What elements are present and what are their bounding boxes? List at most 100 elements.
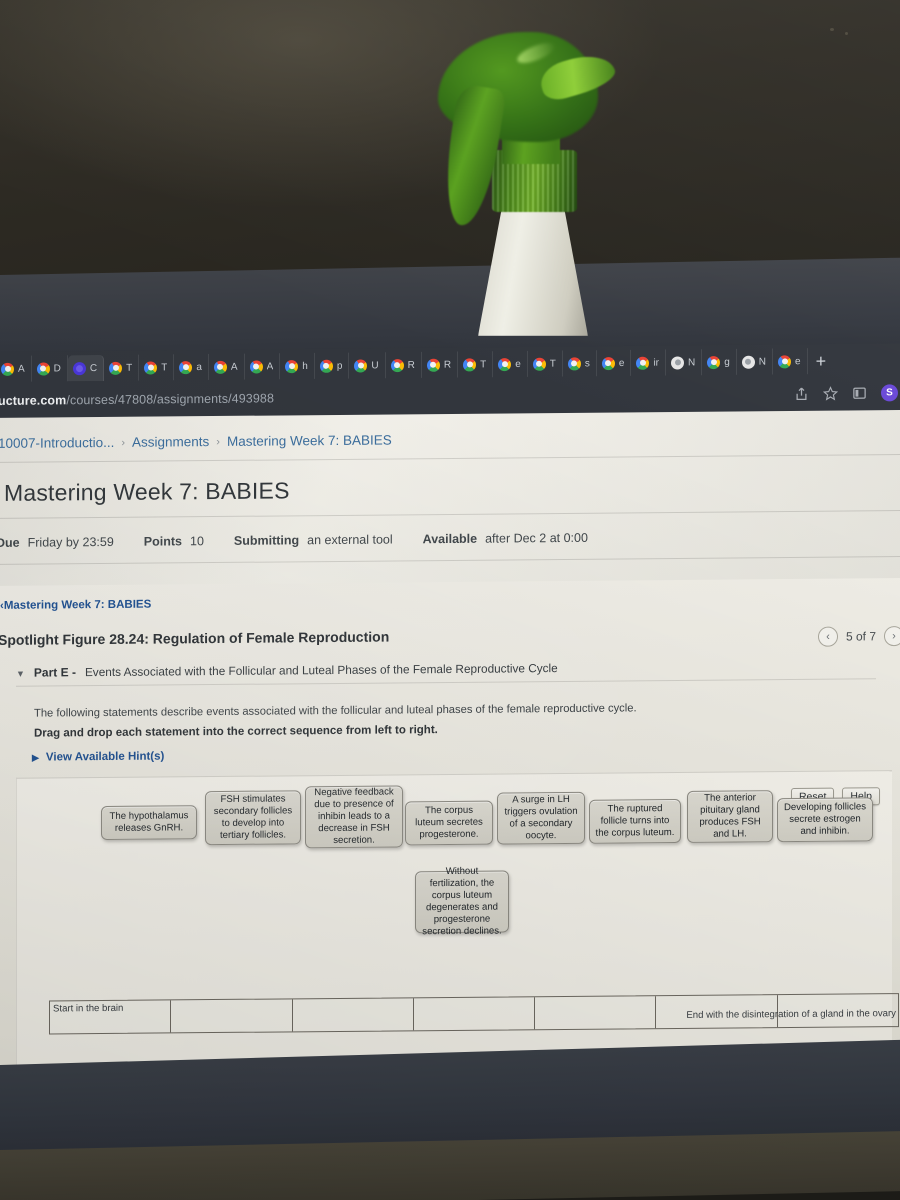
browser-tab-13[interactable]: T: [458, 351, 494, 378]
draggable-statement-tile[interactable]: The anterior pituitary gland produces FS…: [687, 790, 773, 843]
browser-tab-label: C: [89, 362, 98, 374]
share-icon[interactable]: [794, 386, 809, 401]
drag-drop-activity-area[interactable]: ResetHelp The hypothalamus releases GnRH…: [16, 770, 899, 1078]
draggable-statement-tile[interactable]: The corpus luteum secretes progesterone.: [405, 800, 493, 846]
browser-tab-label: U: [371, 359, 379, 371]
sequence-drop-slot-7[interactable]: End with the disintegration of a gland i…: [686, 994, 898, 1027]
browser-tab-label: T: [480, 358, 487, 370]
browser-tab-19[interactable]: N: [666, 349, 703, 376]
wall-speck: [845, 32, 848, 35]
breadcrumb-item-1[interactable]: Assignments: [132, 434, 209, 450]
browser-tab-22[interactable]: e: [773, 348, 808, 375]
draggable-statement-tile[interactable]: Negative feedback due to presence of inh…: [305, 785, 403, 849]
bookmark-star-icon[interactable]: [823, 385, 838, 401]
browser-tab-label: A: [230, 361, 238, 373]
breadcrumb-item-2[interactable]: Mastering Week 7: BABIES: [227, 432, 392, 448]
external-tool-frame: ‹Mastering Week 7: BABIES Spotlight Figu…: [0, 577, 900, 1078]
photographed-laptop-screen: A D C T Ta A Ah p U R R Te Ts e ir Ng Ne + ucture.com/cou…: [0, 0, 900, 1200]
browser-tab-7[interactable]: A: [244, 353, 281, 380]
meta-value-2: an external tool: [307, 532, 393, 548]
browser-tab-10[interactable]: U: [349, 352, 386, 379]
browser-tab-label: e: [795, 355, 801, 367]
browser-tab-label: N: [688, 356, 696, 368]
view-hints-toggle[interactable]: ▶ View Available Hint(s): [32, 750, 164, 763]
browser-tab-5[interactable]: a: [174, 353, 209, 381]
meta-value-3: after Dec 2 at 0:00: [485, 530, 588, 546]
draggable-statement-tile[interactable]: Developing follicles secrete estrogen an…: [777, 797, 873, 843]
browser-tab-label: h: [302, 360, 308, 372]
new-tab-button[interactable]: +: [808, 351, 835, 371]
google-favicon: [319, 359, 333, 373]
pager-next-button[interactable]: ›: [884, 626, 900, 647]
google-favicon: [778, 354, 792, 368]
sequence-drop-slot-5[interactable]: [535, 996, 657, 1030]
white-favicon: [741, 355, 755, 369]
browser-tab-4[interactable]: T: [139, 354, 175, 381]
browser-tab-20[interactable]: g: [702, 348, 737, 376]
page-title: Mastering Week 7: BABIES: [4, 477, 290, 506]
browser-tab-6[interactable]: A: [208, 353, 245, 380]
browser-tab-0[interactable]: A: [0, 355, 32, 382]
browser-tab-2[interactable]: C: [67, 354, 105, 382]
google-favicon: [36, 361, 50, 376]
browser-chrome: A D C T Ta A Ah p U R R Te Ts e ir Ng Ne + ucture.com/cou…: [0, 343, 900, 420]
sequence-drop-slot-1[interactable]: Start in the brain: [50, 1000, 172, 1034]
google-favicon: [213, 360, 227, 374]
draggable-statement-tile[interactable]: FSH stimulates secondary follicles to de…: [205, 790, 301, 846]
divider: [0, 555, 900, 565]
browser-tab-11[interactable]: R: [385, 351, 422, 379]
browser-tab-12[interactable]: R: [421, 351, 459, 378]
browser-tab-label: a: [196, 361, 202, 373]
google-favicon: [636, 356, 650, 370]
browser-tab-14[interactable]: e: [493, 350, 528, 378]
sequence-drop-slot-2[interactable]: [171, 999, 293, 1033]
divider: [0, 453, 900, 463]
meta-value-0: Friday by 23:59: [27, 534, 114, 550]
url-host: ucture.com: [0, 393, 67, 408]
browser-tab-1[interactable]: D: [31, 355, 68, 382]
sequence-drop-bar[interactable]: Start in the brain End with the disintegr…: [49, 993, 899, 1035]
browser-tab-label: ir: [653, 357, 659, 369]
draggable-statement-tile[interactable]: Without fertilization, the corpus luteum…: [415, 866, 509, 937]
browser-tab-21[interactable]: N: [736, 348, 774, 375]
profile-avatar[interactable]: S: [881, 383, 898, 401]
browser-tab-15[interactable]: T: [527, 350, 563, 377]
breadcrumb-separator: ›: [216, 435, 220, 448]
divider: [0, 509, 900, 519]
breadcrumb[interactable]: 10007-Introductio... › Assignments › Masteri…: [0, 432, 392, 450]
sidebar-toggle-icon[interactable]: [852, 385, 867, 400]
browser-tab-label: T: [126, 362, 133, 374]
pager-prev-button[interactable]: ‹: [817, 626, 838, 647]
breadcrumb-item-0[interactable]: 10007-Introductio...: [0, 435, 114, 451]
chevron-right-icon[interactable]: ▶: [32, 752, 39, 763]
draggable-statement-tile[interactable]: The hypothalamus releases GnRH.: [101, 805, 197, 841]
chevron-down-icon[interactable]: ▼: [16, 669, 25, 679]
browser-tab-16[interactable]: s: [562, 350, 597, 377]
part-header[interactable]: ▼ Part E - Events Associated with the Fo…: [16, 658, 900, 680]
browser-tab-17[interactable]: e: [596, 349, 632, 377]
question-pager[interactable]: ‹ 5 of 7 ›: [817, 626, 900, 647]
browser-tab-label: e: [618, 357, 625, 369]
browser-tab-3[interactable]: T: [104, 354, 140, 381]
wall-speck: [830, 28, 834, 31]
draggable-tiles-layer[interactable]: The hypothalamus releases GnRH. FSH stimu…: [17, 771, 892, 937]
google-favicon: [1, 362, 14, 376]
google-favicon: [390, 358, 404, 372]
google-favicon: [109, 361, 123, 375]
browser-tab-18[interactable]: ir: [631, 349, 666, 376]
sequence-end-label: End with the disintegration of a gland i…: [686, 1008, 896, 1021]
browser-tab-9[interactable]: p: [314, 352, 350, 379]
browser-tab-8[interactable]: h: [280, 352, 315, 380]
browser-tab-label: R: [407, 359, 415, 371]
google-favicon: [426, 358, 440, 372]
spray-bottle-object: [430, 10, 620, 336]
draggable-statement-tile[interactable]: The ruptured follicle turns into the cor…: [589, 798, 681, 844]
back-to-assignment-link[interactable]: ‹Mastering Week 7: BABIES: [0, 599, 151, 612]
meta-value-1: 10: [190, 534, 204, 549]
google-favicon: [463, 357, 477, 371]
draggable-statement-tile[interactable]: A surge in LH triggers ovulation of a se…: [497, 791, 585, 845]
sequence-drop-slot-3[interactable]: [292, 998, 414, 1032]
instruction-text: Drag and drop each statement into the co…: [34, 724, 438, 740]
sequence-drop-slot-4[interactable]: [413, 997, 536, 1031]
part-description: Events Associated with the Follicular an…: [84, 661, 558, 680]
